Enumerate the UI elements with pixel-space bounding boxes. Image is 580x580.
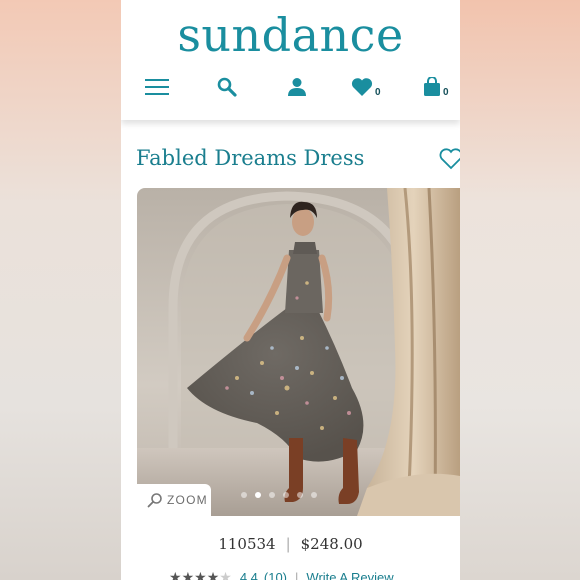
item-number: 110534 [218, 535, 276, 553]
product-meta: 110534 | $248.00 [121, 535, 460, 553]
account-icon [288, 78, 306, 96]
wishlist-button[interactable]: 0 [351, 74, 381, 100]
star-icon: ★ [169, 569, 182, 580]
star-icon: ★ [181, 569, 195, 580]
zoom-icon [147, 493, 162, 508]
heart-outline-icon [439, 148, 460, 170]
phone-screen: sundance 0 0 Fabled Dreams Dress ZOOM 11… [121, 0, 460, 580]
site-header: sundance 0 0 [121, 0, 460, 120]
carousel-dot[interactable] [297, 492, 303, 498]
cart-button[interactable]: 0 [423, 74, 449, 100]
image-carousel-dots [241, 492, 317, 498]
product-image[interactable] [137, 188, 460, 516]
search-icon [217, 77, 237, 97]
zoom-button[interactable]: ZOOM [137, 484, 211, 516]
carousel-dot[interactable] [241, 492, 247, 498]
star-empty-icon: ★ [219, 569, 232, 580]
cart-count: 0 [443, 86, 449, 98]
zoom-label: ZOOM [167, 493, 208, 507]
write-review-link[interactable]: Write A Review [306, 570, 393, 580]
carousel-dot[interactable] [311, 492, 317, 498]
star-icon: ★ [194, 569, 207, 580]
carousel-dot[interactable] [269, 492, 275, 498]
background-left [0, 0, 121, 580]
rating-value: 4.4 [239, 570, 258, 580]
review-count[interactable]: (10) [264, 570, 287, 580]
divider: | [285, 535, 291, 553]
carousel-dot[interactable] [283, 492, 289, 498]
menu-button[interactable] [145, 74, 169, 100]
bag-icon [424, 77, 440, 96]
star-icon: ★ [206, 569, 220, 580]
search-button[interactable] [217, 74, 237, 100]
price: $248.00 [300, 535, 363, 553]
rating-row: ★ ★ ★ ★ ★ 4.4 (10) | Write A Review [169, 569, 394, 580]
dress-photo [137, 188, 460, 516]
wishlist-count: 0 [375, 86, 381, 98]
account-button[interactable] [287, 74, 307, 100]
heart-icon [351, 78, 373, 96]
carousel-dot-active[interactable] [255, 492, 261, 498]
product-title: Fabled Dreams Dress [136, 146, 365, 170]
add-to-wishlist-button[interactable] [439, 148, 460, 175]
background-right [460, 0, 580, 580]
divider: | [295, 570, 299, 580]
menu-icon [145, 79, 169, 95]
sundance-logo[interactable]: sundance [121, 8, 460, 62]
